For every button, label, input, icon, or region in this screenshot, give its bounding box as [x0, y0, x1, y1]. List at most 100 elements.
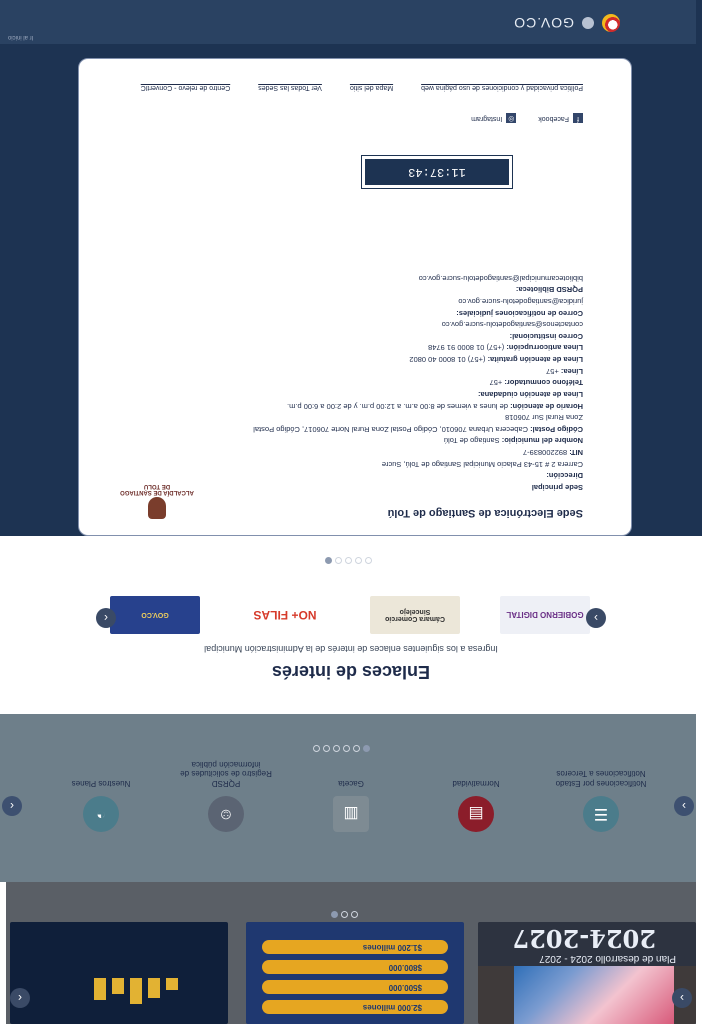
logo-gobierno-digital[interactable]: GOBIERNO DIGITAL [500, 596, 590, 634]
carousel-dot[interactable] [365, 557, 372, 564]
carousel-dot[interactable] [351, 911, 358, 918]
contact-heading: Sede Electrónica de Santiago de Tolú [387, 507, 583, 519]
social-links: fFacebook ◎Instagram [471, 113, 583, 123]
chevron-left-icon: ‹ [10, 799, 14, 813]
info-email[interactable]: contactenos@santiagodetolu-sucre.gov.co [243, 319, 583, 331]
quick-link-label: Nuestros Planes [71, 779, 131, 788]
checklist-icon: ☰ [583, 796, 619, 832]
footer-links: Política privacidad y condiciones de uso… [113, 84, 583, 91]
logo-camara-comercio[interactable]: Cámara Comercio Sincelejo [370, 596, 460, 634]
chevron-right-icon: › [594, 611, 598, 625]
chevron-left-icon: ‹ [18, 991, 22, 1005]
info-line: Nombre del municipio: Santiago de Tolú [443, 436, 583, 446]
contact-card: Sede Electrónica de Santiago de Tolú ALC… [78, 58, 632, 536]
carousel-dot[interactable] [355, 557, 362, 564]
footer-link-relay[interactable]: Centro de relevo - ConvertIC [141, 84, 230, 91]
info-email[interactable]: juridica@santiagodetolu-sucre.gov.co [243, 295, 583, 307]
plan-title: 2024-2027 [512, 924, 656, 953]
carousel-next-button[interactable]: › [672, 988, 692, 1008]
govco-logo[interactable]: GOV.CO [513, 14, 620, 32]
carousel-prev-button[interactable]: ‹ [10, 988, 30, 1008]
carousel-dot-active[interactable] [325, 557, 332, 564]
logo-no-filas[interactable]: NO+ FILAS [240, 596, 330, 634]
chevron-right-icon: › [680, 991, 684, 1005]
logo-govco[interactable]: GOV.CO [110, 596, 200, 634]
social-instagram[interactable]: ◎Instagram [471, 113, 517, 123]
quick-link-planes[interactable]: ◔ Nuestros Planes [46, 759, 156, 832]
quick-links-band: ☰ Notificaciones por Estado Notificacion… [0, 714, 696, 882]
carousel-dot[interactable] [343, 745, 350, 752]
carousel-dot[interactable] [345, 557, 352, 564]
facebook-icon: f [573, 113, 583, 123]
social-facebook[interactable]: fFacebook [538, 113, 583, 123]
quick-links-list: ☰ Notificaciones por Estado Notificacion… [46, 759, 656, 832]
partner-logos: GOBIERNO DIGITAL Cámara Comercio Sincele… [110, 596, 590, 634]
carousel-dot[interactable] [335, 557, 342, 564]
info-line: Dirección: [546, 471, 583, 481]
plan-caption: Plan de desarrollo 2024 - 2027 2024-2027 [478, 922, 696, 966]
carousel-dot[interactable] [313, 745, 320, 752]
info-email[interactable]: bibliotecamunicipal@santiagodetolu-sucre… [243, 272, 583, 284]
info-line: Carrera 2 # 15-43 Palacio Municipal Sant… [381, 459, 583, 469]
carousel-dot-active[interactable] [363, 745, 370, 752]
carousel-dot[interactable] [323, 745, 330, 752]
info-line: Sede principal [531, 483, 583, 492]
links-of-interest: GOBIERNO DIGITAL Cámara Comercio Sincele… [0, 536, 702, 714]
chevron-left-icon: ‹ [104, 611, 108, 625]
quick-link-label: Notificaciones por Estado Notificaciones… [555, 769, 647, 788]
quick-link-notificaciones[interactable]: ☰ Notificaciones por Estado Notificacion… [546, 759, 656, 832]
info-line: Correo de notificaciones judiciales: [456, 308, 583, 318]
page: Plan de desarrollo 2024 - 2027 2024-2027… [0, 0, 702, 1024]
footer-link-privacy[interactable]: Política privacidad y condiciones de uso… [421, 84, 583, 91]
quick-links-next-button[interactable]: › [674, 796, 694, 816]
quick-links-dots [313, 745, 370, 752]
quick-link-normatividad[interactable]: ▤ Normatividad [421, 759, 531, 832]
finance-row: $800.000 [262, 960, 448, 974]
seal-label: ALCALDÍA DE SANTIAGO DE TOLÚ [120, 483, 194, 495]
clock-time: 11:37:43 [365, 159, 509, 185]
info-line: PQRSD Biblioteca: [515, 285, 583, 295]
footer-link-sedes[interactable]: Ver Todas las Sedes [258, 84, 322, 91]
face-icon: ☺ [208, 796, 244, 832]
event-graphic [58, 978, 178, 1008]
plan-subtitle: Plan de desarrollo 2024 - 2027 [539, 953, 676, 964]
links-next-button[interactable]: › [586, 608, 606, 628]
govco-brand: GOV.CO [513, 15, 574, 31]
info-line: NIT: 892200839-7 [522, 448, 583, 458]
links-dots [325, 557, 372, 564]
carousel-dot[interactable] [341, 911, 348, 918]
quick-link-label: PQRSD [211, 779, 241, 788]
links-title: Enlaces de interés [271, 662, 431, 682]
digital-clock: 11:37:43 [361, 155, 513, 189]
emblem-icon [582, 17, 594, 29]
newspaper-icon: ▥ [333, 796, 369, 832]
carousel-card-finances[interactable]: $2.000 millones $500.000 $800.000 $1.200… [246, 922, 464, 1024]
quick-link-gaceta[interactable]: ▥ Gaceta [296, 759, 406, 832]
quick-links-prev-button[interactable]: ‹ [2, 796, 22, 816]
finance-row: $500.000 [262, 980, 448, 994]
finance-row: $1.200 millones [262, 940, 448, 954]
carousel-dot[interactable] [333, 745, 340, 752]
carousel-dots [331, 911, 358, 918]
colombia-flag-icon [602, 14, 620, 32]
info-line: Horario de atención: de lunes a viernes … [286, 401, 583, 411]
links-prev-button[interactable]: ‹ [96, 608, 116, 628]
info-line: Correo institucional: [509, 331, 583, 341]
info-line: Línea anticorrupción: (+57) 01 8000 91 9… [428, 343, 583, 353]
info-line: Línea de atención gratuita: (+57) 01 800… [409, 355, 583, 365]
back-to-top-link[interactable]: Ir al inicio [8, 34, 33, 40]
news-carousel: Plan de desarrollo 2024 - 2027 2024-2027… [6, 882, 696, 1024]
footer-link-sitemap[interactable]: Mapa del sitio [350, 84, 393, 91]
carousel-dot[interactable] [353, 745, 360, 752]
chevron-right-icon: › [682, 799, 686, 813]
govco-bar: GOV.CO Ir al inicio [0, 0, 696, 44]
quick-link-pqrsd[interactable]: ☺ PQRSD Registro de solicitudes de infor… [171, 759, 281, 832]
links-subtitle: Ingresa a los siguientes enlaces de inte… [204, 644, 498, 654]
plan-image [514, 966, 674, 1024]
info-line: Línea de atención ciudadana: [477, 390, 583, 399]
quick-link-label: Gaceta [338, 779, 364, 788]
carousel-card-plan[interactable]: Plan de desarrollo 2024 - 2027 2024-2027 [478, 922, 696, 1024]
municipal-seal: ALCALDÍA DE SANTIAGO DE TOLÚ [117, 483, 197, 519]
carousel-card-event[interactable] [10, 922, 228, 1024]
carousel-dot-active[interactable] [331, 911, 338, 918]
